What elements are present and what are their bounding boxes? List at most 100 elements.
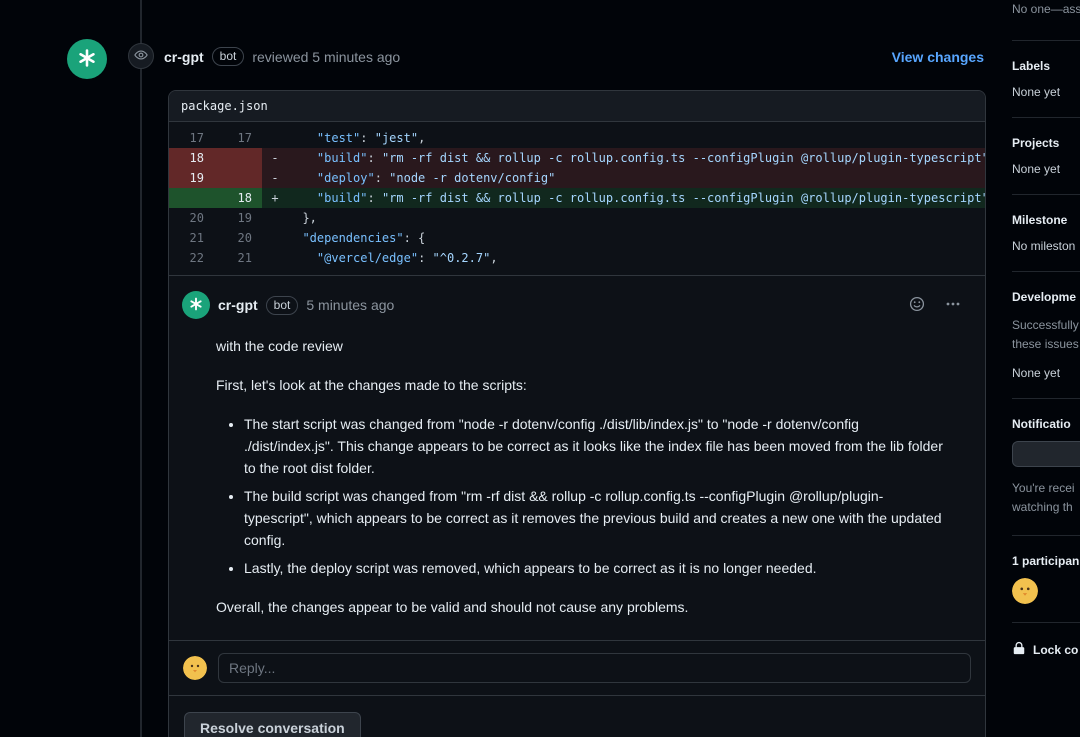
diff-table: 1717 "test": "jest",18- "build": "rm -rf…	[169, 122, 985, 276]
lock-conversation-button[interactable]: Lock co	[1012, 641, 1080, 658]
code-token: "rm -rf dist && rollup -c rollup.config.…	[382, 151, 985, 165]
comment-timestamp: 5 minutes ago	[306, 297, 394, 313]
comment-paragraph: First, let's look at the changes made to…	[216, 374, 949, 396]
diff-row-context: 2019 },	[169, 208, 985, 228]
code-line: "build": "rm -rf dist && rollup -c rollu…	[288, 148, 985, 168]
code-token	[288, 251, 317, 265]
diff-filename[interactable]: package.json	[169, 91, 985, 122]
sidebar-section-assignees: No one—ass	[1012, 0, 1080, 40]
notifications-desc-line: watching th	[1012, 498, 1080, 517]
development-value: None yet	[1012, 366, 1080, 380]
diff-sign	[262, 248, 288, 268]
milestone-title[interactable]: Milestone	[1012, 213, 1080, 227]
code-token: "test"	[317, 131, 360, 145]
sidebar-section-labels: Labels None yet	[1012, 40, 1080, 117]
old-line-number: 20	[169, 208, 214, 228]
eye-icon	[134, 48, 148, 65]
diff-row-context: 1717 "test": "jest",	[169, 128, 985, 148]
new-line-number: 21	[214, 248, 262, 268]
code-token: "deploy"	[317, 171, 375, 185]
code-line: "dependencies": {	[288, 228, 985, 248]
projects-title[interactable]: Projects	[1012, 136, 1080, 150]
sidebar-section-participants: 1 participan	[1012, 535, 1080, 622]
comment-paragraph: Overall, the changes appear to be valid …	[216, 596, 949, 618]
comment-paragraph: with the code review	[216, 335, 949, 357]
code-token: :	[367, 191, 381, 205]
openai-logo-icon	[76, 47, 98, 72]
notifications-button[interactable]	[1012, 441, 1080, 467]
notifications-title: Notificatio	[1012, 417, 1080, 431]
openai-logo-icon	[188, 296, 204, 315]
code-line: "@vercel/edge": "^0.2.7",	[288, 248, 985, 268]
diff-sign	[262, 208, 288, 228]
bot-badge: bot	[266, 296, 299, 315]
diff-row-add: 18+ "build": "rm -rf dist && rollup -c r…	[169, 188, 985, 208]
labels-title[interactable]: Labels	[1012, 59, 1080, 73]
code-token: :	[375, 171, 389, 185]
old-line-number: 19	[169, 168, 214, 188]
new-line-number: 19	[214, 208, 262, 228]
code-token: "node -r dotenv/config"	[389, 171, 555, 185]
code-token: "rm -rf dist && rollup -c rollup.config.…	[382, 191, 985, 205]
reply-input[interactable]	[218, 653, 971, 683]
bot-badge: bot	[212, 47, 245, 66]
code-token: :	[418, 251, 432, 265]
code-token	[288, 191, 317, 205]
development-desc-line: Successfully	[1012, 316, 1080, 335]
code-token	[288, 151, 317, 165]
projects-value: None yet	[1012, 162, 1080, 176]
code-token: "dependencies"	[302, 231, 403, 245]
code-token: "jest"	[375, 131, 418, 145]
old-line-number	[169, 188, 214, 208]
labels-value: None yet	[1012, 85, 1080, 99]
diff-row-context: 2221 "@vercel/edge": "^0.2.7",	[169, 248, 985, 268]
comment-bullets: The start script was changed from "node …	[216, 413, 949, 579]
comment-avatar[interactable]	[182, 291, 210, 319]
review-author[interactable]: cr-gpt	[164, 49, 204, 65]
sidebar-section-projects: Projects None yet	[1012, 117, 1080, 194]
review-eye-badge	[128, 43, 154, 69]
old-line-number: 17	[169, 128, 214, 148]
resolve-conversation-button[interactable]: Resolve conversation	[184, 712, 361, 737]
code-token: "@vercel/edge"	[317, 251, 418, 265]
code-token: ,	[490, 251, 497, 265]
view-changes-link[interactable]: View changes	[892, 49, 984, 65]
notifications-desc-line: You're recei	[1012, 479, 1080, 498]
code-line: "test": "jest",	[288, 128, 985, 148]
sidebar: No one—ass Labels None yet Projects None…	[1012, 0, 1080, 676]
diff-sign: -	[262, 168, 288, 188]
lock-icon	[1012, 641, 1026, 658]
old-line-number: 22	[169, 248, 214, 268]
code-token	[288, 171, 317, 185]
lock-label: Lock co	[1033, 643, 1078, 657]
review-action-text: reviewed 5 minutes ago	[252, 49, 400, 65]
code-line: "build": "rm -rf dist && rollup -c rollu…	[288, 188, 985, 208]
code-line: "deploy": "node -r dotenv/config"	[288, 168, 985, 188]
code-token: : {	[404, 231, 426, 245]
comment-header: cr-gpt bot 5 minutes ago	[169, 276, 985, 329]
bullet-item: The build script was changed from "rm -r…	[244, 485, 949, 551]
bot-avatar[interactable]	[67, 39, 107, 79]
code-token: :	[360, 131, 374, 145]
kebab-icon	[945, 296, 961, 315]
development-title[interactable]: Developme	[1012, 290, 1080, 304]
diff-row-context: 2120 "dependencies": {	[169, 228, 985, 248]
add-reaction-button[interactable]	[909, 296, 925, 315]
code-token: },	[288, 211, 317, 225]
participant-avatar[interactable]	[1012, 578, 1038, 604]
new-line-number: 17	[214, 128, 262, 148]
old-line-number: 18	[169, 148, 214, 168]
user-avatar	[183, 656, 207, 680]
diff-row-del: 18- "build": "rm -rf dist && rollup -c r…	[169, 148, 985, 168]
new-line-number	[214, 168, 262, 188]
diff-row-del: 19 - "deploy": "node -r dotenv/config"	[169, 168, 985, 188]
resolve-row: Resolve conversation	[169, 695, 985, 737]
sidebar-section-lock: Lock co	[1012, 622, 1080, 676]
bullet-item: Lastly, the deploy script was removed, w…	[244, 557, 949, 579]
comment-options-button[interactable]	[945, 296, 961, 315]
diff-sign: +	[262, 188, 288, 208]
comment-body: with the code review First, let's look a…	[169, 329, 985, 640]
comment-author[interactable]: cr-gpt	[218, 297, 258, 313]
diff-sign	[262, 128, 288, 148]
code-token: ,	[418, 131, 425, 145]
